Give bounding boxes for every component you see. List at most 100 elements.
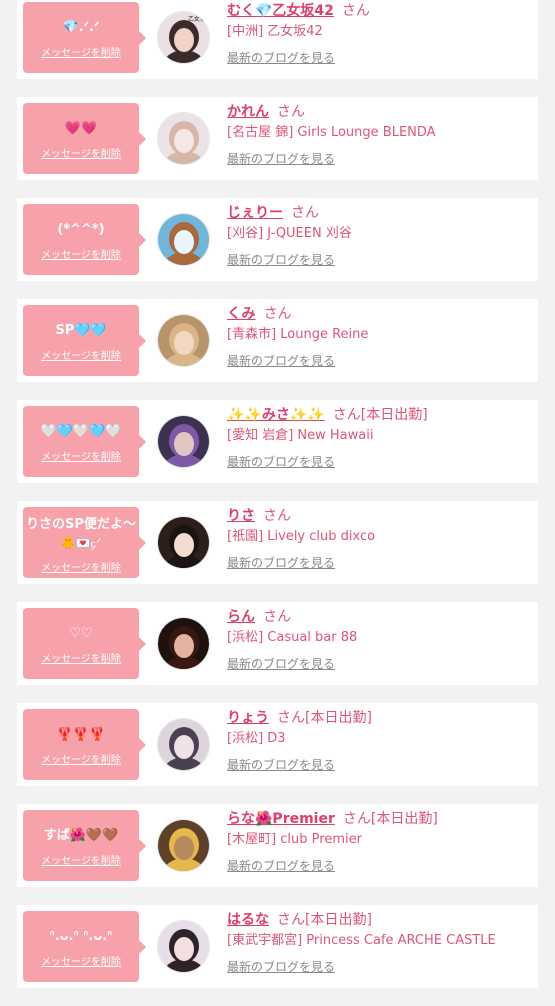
latest-blog-link[interactable]: 最新のブログを見る <box>227 252 335 268</box>
honorific: さん <box>291 205 319 221</box>
delete-message-link[interactable]: メッセージを削除 <box>23 751 139 766</box>
avatar-image <box>158 214 209 265</box>
delete-message-link[interactable]: メッセージを削除 <box>23 852 139 867</box>
honorific: さん <box>263 609 291 625</box>
honorific: さん <box>341 3 370 19</box>
honorific: さん <box>263 306 292 322</box>
shift-status: [本日出勤] <box>370 811 438 827</box>
message-card: SP🩵🩵 メッセージを削除 くみ さん [青森市] Lounge Reine 最新… <box>17 299 538 382</box>
latest-blog-link[interactable]: 最新のブログを見る <box>227 353 335 369</box>
user-info: はるな さん[本日出勤] [東武宇都宮] Princess Cafe ARCHE … <box>227 910 538 975</box>
shop-name: [浜松] Casual bar 88 <box>227 630 358 645</box>
user-name-link[interactable]: むく💎乙女坂42 <box>227 3 334 19</box>
avatar[interactable] <box>157 112 210 165</box>
message-bubble: すば🌺🤎🤎 メッセージを削除 <box>23 810 146 881</box>
latest-blog-link[interactable]: 最新のブログを見る <box>227 757 335 773</box>
message-card: 🦞🦞🦞 メッセージを削除 りょう さん[本日出勤] [浜松] D3 最新のブログを… <box>17 703 538 786</box>
message-bubble: 🤍🩵🤍🩵🤍 メッセージを削除 <box>23 406 146 477</box>
user-name-link[interactable]: ✨✨みさ✨✨ <box>227 407 325 423</box>
avatar[interactable] <box>157 314 210 367</box>
latest-blog-link[interactable]: 最新のブログを見る <box>227 151 335 167</box>
name-line: りょう さん[本日出勤] <box>227 708 538 728</box>
user-info: らな🌺Premier さん[本日出勤] [木屋町] club Premier 最新… <box>227 809 538 874</box>
avatar[interactable] <box>157 617 210 670</box>
delete-message-link[interactable]: メッセージを削除 <box>23 347 139 362</box>
name-line: ✨✨みさ✨✨ さん[本日出勤] <box>227 405 538 425</box>
message-card: 🤍🩵🤍🩵🤍 メッセージを削除 ✨✨みさ✨✨ さん[本日出勤] [愛知 岩倉] Ne… <box>17 400 538 483</box>
name-line: らん さん <box>227 607 538 627</box>
message-text: ♡♡ <box>69 626 93 641</box>
shift-status: [本日出勤] <box>360 407 428 423</box>
avatar-image <box>158 315 209 366</box>
delete-message-link[interactable]: メッセージを削除 <box>23 44 139 59</box>
shop-name: [木屋町] club Premier <box>227 832 362 847</box>
honorific: さん <box>277 710 305 726</box>
honorific: さん <box>277 104 305 120</box>
avatar-label: 乙女坂42 <box>188 15 210 23</box>
user-info: ✨✨みさ✨✨ さん[本日出勤] [愛知 岩倉] New Hawaii 最新のブログ… <box>227 405 538 470</box>
delete-message-link[interactable]: メッセージを削除 <box>23 246 139 261</box>
honorific: さん <box>263 508 291 524</box>
avatar[interactable] <box>157 718 210 771</box>
user-name-link[interactable]: らな🌺Premier <box>227 811 335 827</box>
user-name-link[interactable]: りょう <box>227 710 269 726</box>
latest-blog-link[interactable]: 最新のブログを見る <box>227 858 335 874</box>
honorific: さん <box>277 912 305 928</box>
user-name-link[interactable]: くみ <box>227 306 256 322</box>
shop-name: [中洲] 乙女坂42 <box>227 24 323 39</box>
honorific: さん <box>342 811 371 827</box>
message-text: すば🌺🤎🤎 <box>43 828 119 843</box>
avatar-image: 乙女坂42 <box>158 12 210 63</box>
avatar[interactable]: 乙女坂42 <box>157 11 210 64</box>
shop-name: [浜松] D3 <box>227 731 286 746</box>
message-card: りさのSP便だよ〜 🐥💌᧔ᐟ メッセージを削除 りさ さん [祇園] Lively… <box>17 501 538 584</box>
avatar[interactable] <box>157 415 210 468</box>
user-name-link[interactable]: らん <box>227 609 255 625</box>
shop-name: [愛知 岩倉] New Hawaii <box>227 428 374 443</box>
name-line: りさ さん <box>227 506 538 526</box>
message-bubble: ♡♡ メッセージを削除 <box>23 608 146 679</box>
avatar[interactable] <box>157 213 210 266</box>
latest-blog-link[interactable]: 最新のブログを見る <box>227 959 335 975</box>
avatar[interactable] <box>157 920 210 973</box>
delete-message-link[interactable]: メッセージを削除 <box>23 448 139 463</box>
avatar[interactable] <box>157 819 210 872</box>
user-info: りょう さん[本日出勤] [浜松] D3 最新のブログを見る <box>227 708 538 773</box>
message-text-line2: 🐥💌᧔ᐟ <box>60 536 102 550</box>
delete-message-link[interactable]: メッセージを削除 <box>23 145 139 160</box>
message-bubble: SP🩵🩵 メッセージを削除 <box>23 305 146 376</box>
latest-blog-link[interactable]: 最新のブログを見る <box>227 656 335 672</box>
name-line: くみ さん <box>227 304 538 324</box>
message-bubble: ᐢ.ᴗ.ᐢ ᐢ.ᴗ.ᐢ メッセージを削除 <box>23 911 146 982</box>
latest-blog-link[interactable]: 最新のブログを見る <box>227 555 335 571</box>
avatar[interactable] <box>157 516 210 569</box>
user-info: りさ さん [祇園] Lively club dixco 最新のブログを見る <box>227 506 538 571</box>
delete-message-link[interactable]: メッセージを削除 <box>23 650 139 665</box>
message-list: 💎.ᐟ.ᐟ メッセージを削除 乙女坂42 むく💎乙女坂42 さん [中洲] 乙女坂… <box>0 0 555 1006</box>
user-name-link[interactable]: りさ <box>227 508 255 524</box>
latest-blog-link[interactable]: 最新のブログを見る <box>227 50 335 66</box>
message-text: 🤍🩵🤍🩵🤍 <box>40 424 122 439</box>
message-bubble: りさのSP便だよ〜 🐥💌᧔ᐟ メッセージを削除 <box>23 507 146 578</box>
name-line: らな🌺Premier さん[本日出勤] <box>227 809 538 829</box>
name-line: むく💎乙女坂42 さん <box>227 1 538 21</box>
message-card: (*^^*) メッセージを削除 じぇりー さん [刈谷] J-QUEEN 刈谷 最… <box>17 198 538 281</box>
shift-status: [本日出勤] <box>305 710 372 726</box>
user-name-link[interactable]: かれん <box>227 104 269 120</box>
delete-message-link[interactable]: メッセージを削除 <box>23 953 139 968</box>
honorific: さん <box>332 407 361 423</box>
message-card: すば🌺🤎🤎 メッセージを削除 らな🌺Premier さん[本日出勤] [木屋町] … <box>17 804 538 887</box>
message-card: ♡♡ メッセージを削除 らん さん [浜松] Casual bar 88 最新のブ… <box>17 602 538 685</box>
user-name-link[interactable]: はるな <box>227 912 269 928</box>
shop-name: [青森市] Lounge Reine <box>227 327 369 342</box>
message-text: 🦞🦞🦞 <box>56 727 106 742</box>
shop-name: [祇園] Lively club dixco <box>227 529 376 544</box>
latest-blog-link[interactable]: 最新のブログを見る <box>227 454 335 470</box>
user-name-link[interactable]: じぇりー <box>227 205 283 221</box>
avatar-image <box>158 618 209 669</box>
avatar-image <box>158 517 209 568</box>
user-info: らん さん [浜松] Casual bar 88 最新のブログを見る <box>227 607 538 672</box>
message-text: 💎.ᐟ.ᐟ <box>62 20 100 35</box>
name-line: かれん さん <box>227 102 538 122</box>
delete-message-link[interactable]: メッセージを削除 <box>23 559 139 574</box>
